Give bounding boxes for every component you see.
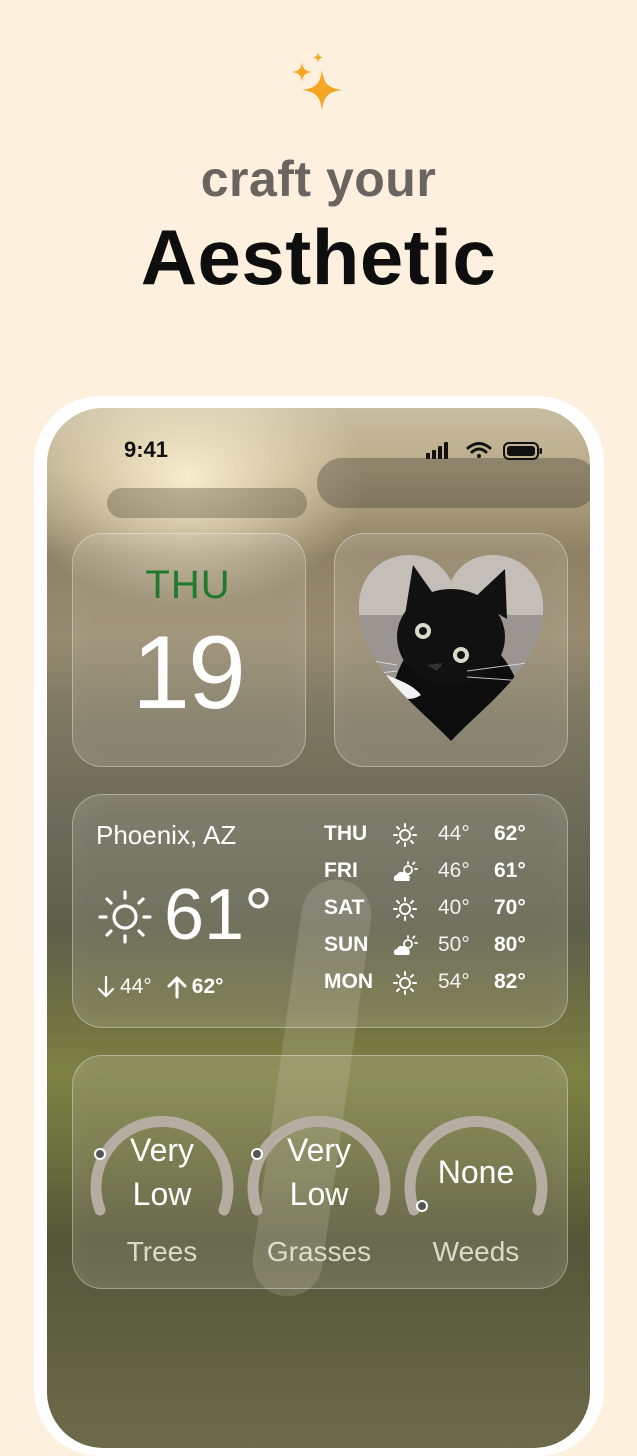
sun-icon [393,823,417,847]
signal-icon [426,442,448,459]
forecast-high: 61° [494,859,526,882]
forecast-day: SUN [324,933,369,956]
forecast-row: MON 54° 82° [324,968,554,998]
sparkles-icon [292,52,342,110]
pollen-level-line2: Low [289,1176,349,1212]
pollen-label-grasses: Grasses [266,1236,372,1267]
forecast-day: MON [324,970,373,993]
forecast-day: FRI [324,859,358,882]
status-time: 9:41 [124,437,169,462]
forecast-row: FRI 46° 61° [324,857,554,887]
forecast-row: SUN 50° 80° [324,931,554,961]
sun-icon [393,971,417,995]
low-high-today: 44° 62° [96,975,224,999]
heart-cat-photo [358,555,544,741]
status-icons [426,442,542,460]
forecast-day: SAT [324,896,365,919]
forecast-high: 70° [494,896,526,919]
headline-subtitle: craft your [200,151,437,207]
forecast-low: 40° [438,896,470,919]
pollen-gauge-grasses: Very Low [245,1098,393,1218]
city-name: Phoenix, AZ [96,820,237,850]
today-high: 62° [191,975,224,998]
forecast-high: 82° [494,970,526,993]
forecast-low: 54° [438,970,470,993]
forecast-row: THU 44° 62° [324,820,554,850]
pollen-level-line2: Low [132,1176,192,1212]
forecast-day: THU [324,822,368,845]
forecast-high: 80° [494,933,526,956]
battery-icon [503,442,542,460]
pollen-gauge-trees: Very Low [88,1098,236,1218]
arrow-down-icon [97,975,115,998]
today-low: 44° [120,975,152,998]
pollen-label-weeds: Weeds [432,1236,520,1267]
forecast-low: 50° [438,933,470,956]
date-number: 19 [132,615,246,731]
forecast-low: 46° [438,859,470,882]
arrow-up-icon [167,976,187,999]
pollen-gauge-weeds: None [402,1098,550,1218]
pollen-level-line1: Very [129,1132,195,1168]
pollen-level-line1: None [437,1154,515,1190]
sun-icon [393,897,417,921]
sun-icon [98,890,152,944]
weekday-label: THU [145,563,231,607]
current-temperature: 61° [164,875,273,955]
pollen-label-trees: Trees [126,1236,198,1267]
headline-title: Aesthetic [140,213,497,301]
forecast-row: SAT 40° 70° [324,894,554,924]
forecast-high: 62° [494,822,526,845]
partly-cloudy-icon [393,935,418,955]
partly-cloudy-icon [393,861,418,881]
forecast-low: 44° [438,822,470,845]
wifi-icon [466,442,492,458]
pollen-level-line1: Very [286,1132,352,1168]
